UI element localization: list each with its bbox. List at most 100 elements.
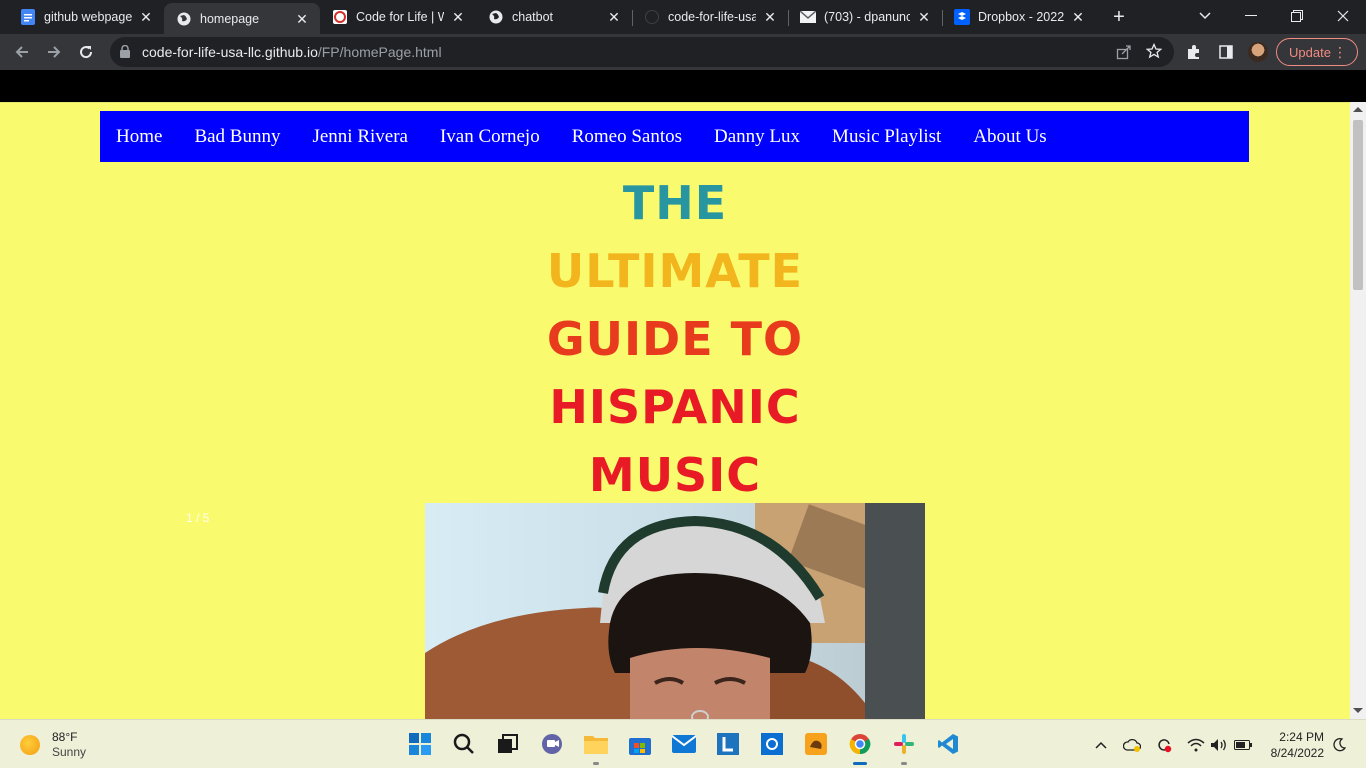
nav-music-playlist[interactable]: Music Playlist <box>832 126 941 148</box>
search-icon[interactable] <box>452 732 476 756</box>
lock-icon[interactable] <box>120 44 130 63</box>
minimize-button[interactable] <box>1228 0 1274 32</box>
clock-time: 2:24 PM <box>1279 730 1324 744</box>
portrait-photo <box>425 503 925 719</box>
file-explorer-icon[interactable] <box>584 732 608 756</box>
windows-start-icon[interactable] <box>408 732 432 756</box>
battery-icon[interactable] <box>1234 736 1252 754</box>
microsoft-store-icon[interactable] <box>628 732 652 756</box>
nav-jenni-rivera[interactable]: Jenni Rivera <box>312 126 408 148</box>
weather-temperature: 88°F <box>52 730 78 744</box>
slideshow-image <box>425 503 925 719</box>
cortana-icon[interactable] <box>760 732 784 756</box>
close-tab-icon[interactable]: ✕ <box>1070 9 1086 25</box>
update-label: Update <box>1289 44 1331 60</box>
nav-about-us[interactable]: About Us <box>973 126 1046 148</box>
update-button[interactable]: Update ⋮ <box>1276 38 1358 66</box>
tab-homepage[interactable]: homepage ✕ <box>164 3 320 34</box>
weather-widget[interactable]: 88°F Sunny <box>20 730 86 760</box>
weather-description: Sunny <box>52 745 87 759</box>
tab-title: Dropbox - 2022-0 <box>978 10 1064 24</box>
browser-toolbar: code-for-life-usa-llc.github.io/FP/homeP… <box>0 34 1366 70</box>
tab-title: Code for Life | Wi <box>356 10 444 24</box>
wifi-icon[interactable] <box>1187 736 1205 754</box>
scroll-down-icon[interactable] <box>1353 708 1363 713</box>
tab-mail[interactable]: (703) - dpanuncia ✕ <box>788 3 942 31</box>
url-path: /FP/homePage.html <box>317 44 442 60</box>
menu-kebab-icon[interactable]: ⋮ <box>1333 43 1347 61</box>
code-for-life-icon <box>332 9 348 25</box>
page-scrollbar[interactable] <box>1350 102 1366 719</box>
nav-ivan-cornejo[interactable]: Ivan Cornejo <box>440 126 540 148</box>
tab-title: (703) - dpanuncia <box>824 10 910 24</box>
tab-code-for-life[interactable]: Code for Life | Wi ✕ <box>320 3 476 31</box>
browser-tab-bar: github webpages ✕ homepage ✕ Code for Li… <box>0 0 1366 34</box>
slide-counter: 1 / 5 <box>186 511 210 525</box>
chat-icon[interactable] <box>540 732 564 756</box>
show-hidden-icons-chevron-icon[interactable] <box>1092 736 1110 754</box>
headline-line: THE <box>622 176 728 230</box>
vscode-icon[interactable] <box>936 732 960 756</box>
back-button[interactable] <box>8 38 36 66</box>
extensions-icon[interactable] <box>1180 38 1208 66</box>
headline-line: ULTIMATE <box>546 244 804 298</box>
onedrive-warning-icon[interactable] <box>1123 736 1141 754</box>
address-bar[interactable]: code-for-life-usa-llc.github.io/FP/homeP… <box>110 37 1174 67</box>
mail-app-icon[interactable] <box>672 732 696 756</box>
globe-icon <box>488 9 504 25</box>
sync-error-icon[interactable] <box>1155 736 1173 754</box>
page-headline: THE ULTIMATE GUIDE TO HISPANIC MUSIC <box>440 169 910 509</box>
lexia-app-icon[interactable] <box>716 732 740 756</box>
close-window-button[interactable] <box>1320 0 1366 32</box>
globe-icon <box>176 11 192 27</box>
reload-icon[interactable] <box>72 38 100 66</box>
dropbox-icon <box>954 9 970 25</box>
tab-title: code-for-life-usa <box>668 10 756 24</box>
nav-home[interactable]: Home <box>116 126 162 148</box>
tab-chatbot[interactable]: chatbot ✕ <box>476 3 632 31</box>
slack-icon[interactable] <box>892 732 916 756</box>
notifications-moon-icon[interactable] <box>1330 736 1348 754</box>
volume-icon[interactable] <box>1210 736 1228 754</box>
restore-button[interactable] <box>1274 0 1320 32</box>
task-view-icon[interactable] <box>496 732 520 756</box>
close-tab-icon[interactable]: ✕ <box>294 11 310 27</box>
tab-dropbox[interactable]: Dropbox - 2022-0 ✕ <box>942 3 1096 31</box>
mail-icon <box>800 9 816 25</box>
chrome-icon[interactable] <box>848 732 872 756</box>
scrollbar-thumb[interactable] <box>1353 120 1363 290</box>
nav-romeo-santos[interactable]: Romeo Santos <box>572 126 682 148</box>
tab-title: github webpages <box>44 10 132 24</box>
close-tab-icon[interactable]: ✕ <box>916 9 932 25</box>
tab-title: chatbot <box>512 10 554 24</box>
new-tab-button[interactable]: + <box>1108 6 1130 28</box>
tab-search-chevron-icon[interactable] <box>1182 0 1228 32</box>
google-docs-icon <box>20 9 36 25</box>
game-app-icon[interactable] <box>804 732 828 756</box>
side-panel-icon[interactable] <box>1212 38 1240 66</box>
sun-icon <box>20 735 40 755</box>
share-icon[interactable] <box>1116 44 1132 65</box>
profile-avatar[interactable] <box>1248 42 1268 62</box>
headline-line: MUSIC <box>588 448 762 502</box>
windows-taskbar: 88°F Sunny 2:24 PM 8/24/2022 <box>0 719 1366 768</box>
system-clock[interactable]: 2:24 PM 8/24/2022 <box>1266 729 1324 761</box>
clock-date: 8/24/2022 <box>1270 746 1324 760</box>
close-tab-icon[interactable]: ✕ <box>450 9 466 25</box>
close-tab-icon[interactable]: ✕ <box>762 9 778 25</box>
nav-danny-lux[interactable]: Danny Lux <box>714 126 800 148</box>
url-text[interactable]: code-for-life-usa-llc.github.io/FP/homeP… <box>142 44 442 60</box>
github-icon <box>644 9 660 25</box>
close-tab-icon[interactable]: ✕ <box>138 9 154 25</box>
forward-button[interactable] <box>40 38 68 66</box>
tab-code-for-life-usa[interactable]: code-for-life-usa ✕ <box>632 3 788 31</box>
headline-line: GUIDE TO <box>546 312 804 366</box>
close-tab-icon[interactable]: ✕ <box>606 9 622 25</box>
bookmark-star-icon[interactable] <box>1145 42 1163 64</box>
bookmarks-bar <box>0 70 1366 102</box>
tab-github-webpages[interactable]: github webpages ✕ <box>8 3 164 31</box>
scroll-up-icon[interactable] <box>1353 107 1363 112</box>
page-viewport: Home Bad Bunny Jenni Rivera Ivan Cornejo… <box>0 102 1350 719</box>
nav-bad-bunny[interactable]: Bad Bunny <box>194 126 280 148</box>
site-navigation: Home Bad Bunny Jenni Rivera Ivan Cornejo… <box>100 111 1249 162</box>
